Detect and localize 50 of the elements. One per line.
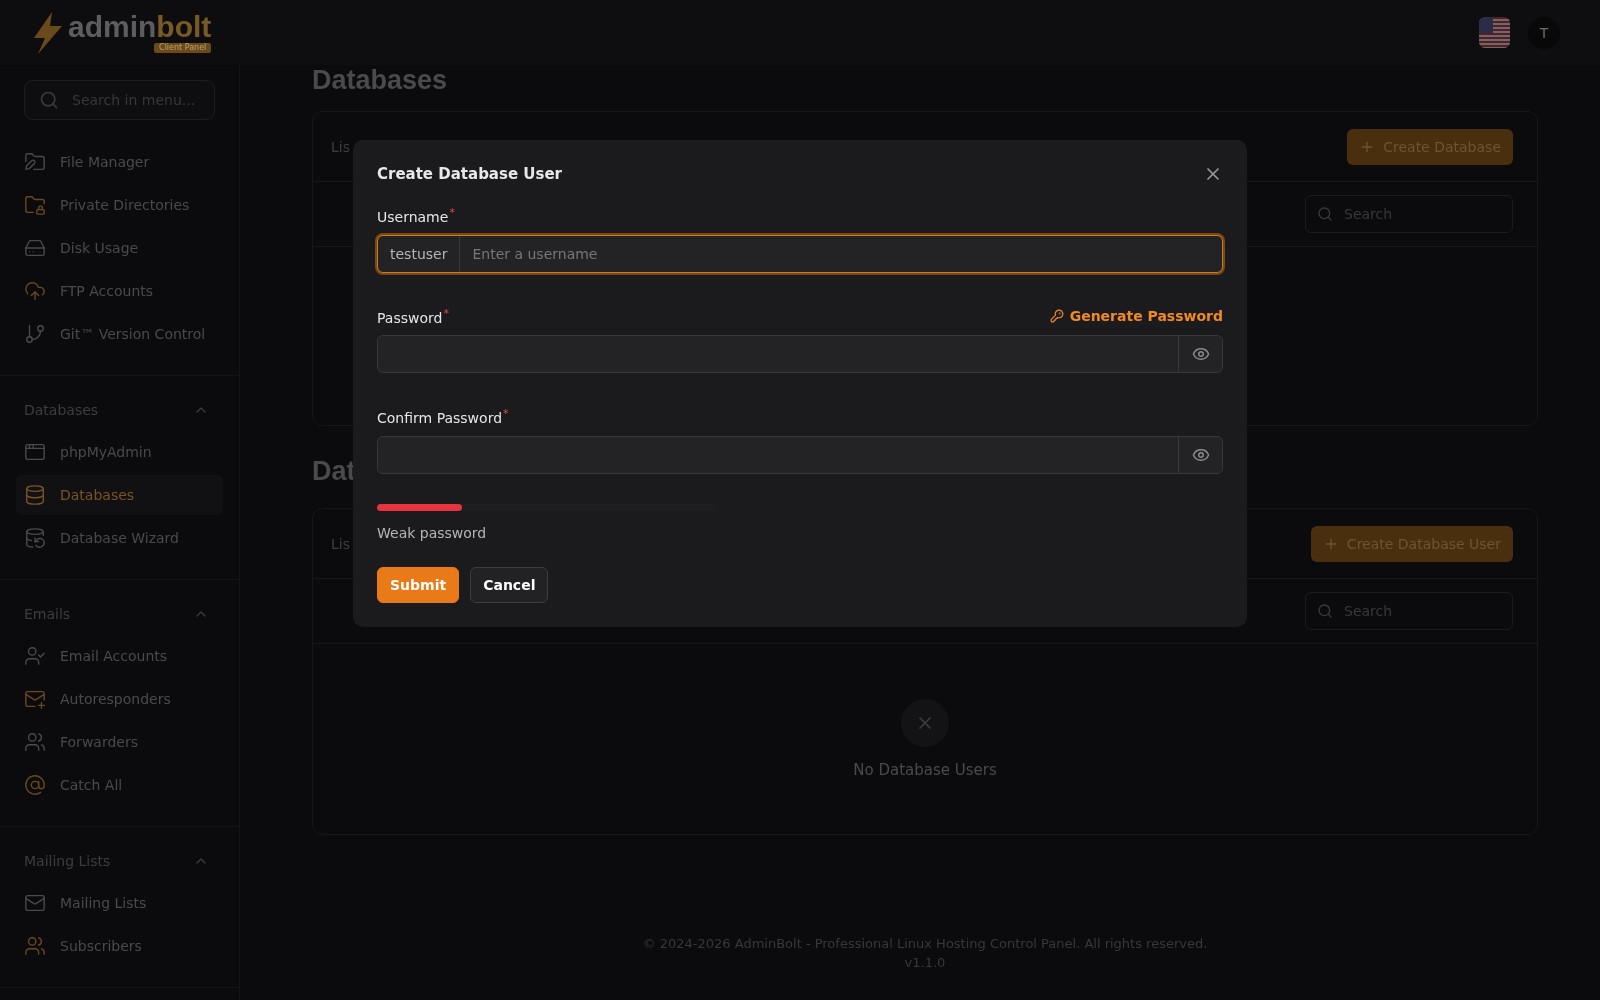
modal-title: Create Database User [377,165,562,183]
at-sign-icon [24,774,46,796]
menu-item[interactable]: FTP Accounts [16,271,223,311]
git-branch-icon [24,323,46,345]
envelope-icon [24,892,46,914]
menu-item[interactable]: Disk Usage [16,228,223,268]
folder-lock-icon [24,194,46,216]
menu-item[interactable]: Git™ Version Control [16,314,223,354]
key-icon [1049,309,1064,323]
empty-state-icon [901,699,949,747]
menu-item[interactable]: Forwarders [16,722,223,762]
field-label: Username$^{*}$ [377,206,455,225]
generate-password-link[interactable]: Generate Password [1049,308,1223,324]
flag-icon[interactable] [1479,17,1510,48]
menu-item[interactable]: Catch All [16,765,223,805]
menu-item[interactable]: Private Directories [16,185,223,225]
submit-button[interactable]: Submit [377,566,460,603]
folder-pen-icon [24,151,46,173]
database-refresh-icon [24,527,46,549]
drive-icon [24,237,46,259]
menu-item[interactable]: Databases [16,475,223,515]
user-check-icon [24,645,46,667]
menu-item[interactable]: Email Accounts [16,636,223,676]
cloud-upload-icon [24,280,46,302]
cancel-button[interactable]: Cancel [470,566,549,603]
username-input[interactable]: Enter a username [460,235,1222,272]
envelope-icon [24,688,46,710]
user-avatar[interactable]: T [1528,16,1560,49]
menu-item[interactable]: File Manager [16,142,223,182]
users-icon [24,935,46,957]
menu-item[interactable]: Mailing Lists [16,883,223,923]
page-title: Databases [312,65,448,97]
field-label: Password$^{*}$ [377,306,449,326]
field-label: Confirm Password$^{*}$ [377,407,509,426]
menu-item[interactable]: phpMyAdmin [16,432,223,472]
menu-item[interactable]: Autoresponders [16,679,223,719]
logo-text: adminbolt [68,12,212,42]
database-icon [24,484,46,506]
menu-item[interactable]: Subscribers [16,926,223,966]
menu-item[interactable]: Database Wizard [16,518,223,558]
section-heading: Dat [312,455,356,488]
logo-badge: Client Panel [154,43,212,53]
prefix-label: testuser [378,235,461,272]
browser-window-icon [24,441,46,463]
search-icon [1317,603,1333,619]
search-icon [1317,206,1333,222]
empty-message: No Database Users [853,761,997,779]
users-icon [24,731,46,753]
username-field[interactable]: testuser Enter a username [377,234,1223,273]
strength-label: Weak password [377,524,488,541]
